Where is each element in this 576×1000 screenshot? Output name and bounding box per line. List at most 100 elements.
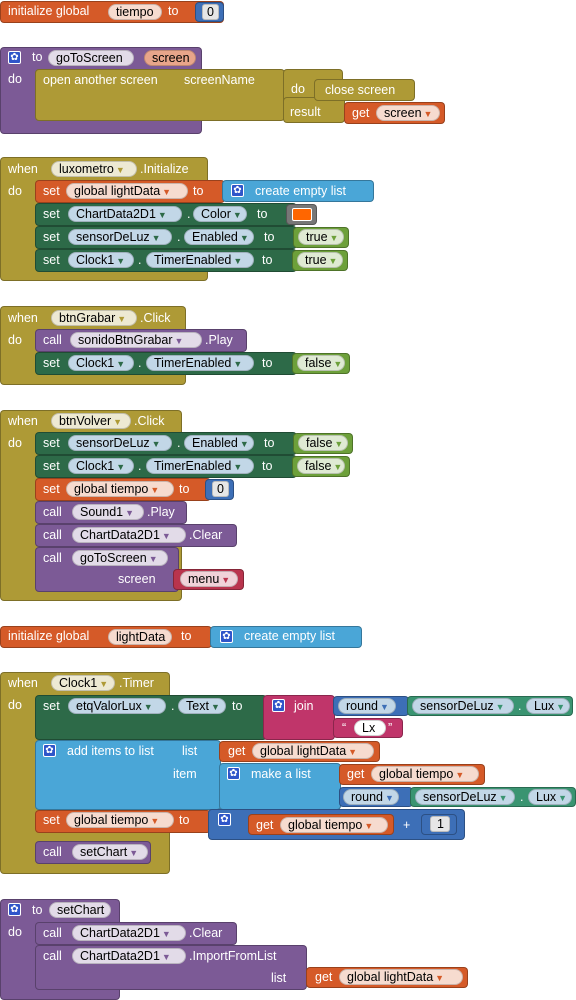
method-name: .ImportFromList bbox=[189, 949, 277, 963]
dropdown-triangle-icon: ▼ bbox=[162, 187, 172, 197]
number-field[interactable]: 0 bbox=[202, 4, 219, 20]
get-label: get bbox=[315, 970, 333, 984]
component-dropdown[interactable]: sonidoBtnGrabar ▼ bbox=[70, 332, 202, 348]
component-dropdown[interactable]: Clock1 ▼ bbox=[68, 355, 134, 371]
var-dropdown[interactable]: global lightData ▼ bbox=[66, 183, 188, 199]
dropdown-triangle-icon: ▼ bbox=[328, 256, 338, 266]
param-field[interactable]: screen bbox=[144, 50, 196, 66]
proc-dropdown[interactable]: goToScreen ▼ bbox=[72, 550, 168, 566]
color-swatch[interactable] bbox=[292, 208, 312, 221]
close-quote: ” bbox=[388, 721, 393, 735]
var-name-field[interactable]: lightData bbox=[108, 629, 172, 645]
var-dropdown[interactable]: global tiempo ▼ bbox=[371, 766, 479, 782]
property-dropdown[interactable]: TimerEnabled ▼ bbox=[146, 458, 254, 474]
gear-icon[interactable]: ✿ bbox=[8, 51, 21, 64]
get-var-dropdown[interactable]: screen ▼ bbox=[376, 105, 440, 121]
number-field[interactable]: 0 bbox=[212, 481, 229, 497]
component-dropdown[interactable]: Sound1 ▼ bbox=[72, 504, 144, 520]
proc-name-field[interactable]: setChart bbox=[49, 902, 111, 918]
dropdown-triangle-icon: ▼ bbox=[495, 702, 505, 712]
event-name: .Timer bbox=[119, 676, 154, 690]
property-dropdown[interactable]: Text ▼ bbox=[178, 698, 226, 714]
dropdown-triangle-icon: ▼ bbox=[129, 848, 139, 858]
gear-icon[interactable]: ✿ bbox=[227, 767, 240, 780]
var-name-field[interactable]: tiempo bbox=[108, 4, 162, 20]
dropdown-triangle-icon: ▼ bbox=[150, 485, 160, 495]
dropdown-triangle-icon: ▼ bbox=[161, 952, 171, 962]
var-dropdown[interactable]: global tiempo ▼ bbox=[66, 481, 174, 497]
var-dropdown[interactable]: global tiempo ▼ bbox=[280, 817, 388, 833]
proc-name-field[interactable]: goToScreen bbox=[48, 50, 134, 66]
gear-icon[interactable]: ✿ bbox=[43, 744, 56, 757]
component-dropdown[interactable]: sensorDeLuz ▼ bbox=[415, 789, 515, 805]
result-label: result bbox=[290, 105, 321, 119]
method-name: .Clear bbox=[189, 528, 223, 542]
proc-dropdown[interactable]: setChart ▼ bbox=[72, 844, 148, 860]
component-dropdown[interactable]: etqValorLux ▼ bbox=[68, 698, 166, 714]
do-label: do bbox=[8, 925, 22, 939]
property-dropdown[interactable]: Lux ▼ bbox=[526, 698, 570, 714]
do-label: do bbox=[8, 698, 22, 712]
property-dropdown[interactable]: Lux ▼ bbox=[528, 789, 572, 805]
call-label: call bbox=[43, 845, 62, 859]
property-dropdown[interactable]: TimerEnabled ▼ bbox=[146, 355, 254, 371]
property-dropdown[interactable]: Enabled ▼ bbox=[184, 229, 254, 245]
var-dropdown[interactable]: global tiempo ▼ bbox=[66, 812, 174, 828]
text-field[interactable]: Lx bbox=[354, 720, 386, 736]
component-dropdown[interactable]: Clock1 ▼ bbox=[51, 675, 115, 691]
dropdown-triangle-icon: ▼ bbox=[116, 462, 126, 472]
property-dropdown[interactable]: TimerEnabled ▼ bbox=[146, 252, 254, 268]
boolean-dropdown[interactable]: false ▼ bbox=[298, 435, 348, 451]
set-label: set bbox=[43, 813, 60, 827]
set-label: set bbox=[43, 436, 60, 450]
gear-icon[interactable]: ✿ bbox=[220, 630, 233, 643]
component-dropdown[interactable]: ChartData2D1 ▼ bbox=[72, 948, 186, 964]
component-dropdown[interactable]: sensorDeLuz ▼ bbox=[412, 698, 514, 714]
dropdown-triangle-icon: ▼ bbox=[239, 233, 249, 243]
component-dropdown[interactable]: Clock1 ▼ bbox=[68, 252, 134, 268]
dot-label: . bbox=[187, 207, 191, 221]
gear-icon[interactable]: ✿ bbox=[8, 903, 21, 916]
call-label: call bbox=[43, 949, 62, 963]
add-items-label: add items to list bbox=[67, 744, 154, 758]
component-dropdown[interactable]: ChartData2D1 ▼ bbox=[72, 527, 186, 543]
boolean-dropdown[interactable]: true ▼ bbox=[298, 229, 344, 245]
property-dropdown[interactable]: Enabled ▼ bbox=[184, 435, 254, 451]
dropdown-triangle-icon: ▼ bbox=[115, 165, 125, 175]
component-dropdown[interactable]: sensorDeLuz ▼ bbox=[68, 229, 172, 245]
dropdown-triangle-icon: ▼ bbox=[239, 439, 249, 449]
list-label: list bbox=[271, 971, 287, 985]
open-quote: “ bbox=[342, 721, 347, 735]
set-label: set bbox=[43, 482, 60, 496]
dropdown-triangle-icon: ▼ bbox=[113, 417, 123, 427]
component-dropdown[interactable]: btnVolver ▼ bbox=[51, 413, 131, 429]
component-dropdown[interactable]: ChartData2D1 ▼ bbox=[68, 206, 182, 222]
math-op-dropdown[interactable]: round ▼ bbox=[343, 789, 399, 805]
component-dropdown[interactable]: ChartData2D1 ▼ bbox=[72, 925, 186, 941]
component-dropdown[interactable]: btnGrabar ▼ bbox=[51, 310, 137, 326]
component-dropdown[interactable]: Clock1 ▼ bbox=[68, 458, 134, 474]
boolean-dropdown[interactable]: true ▼ bbox=[297, 252, 343, 268]
dropdown-triangle-icon: ▼ bbox=[210, 702, 220, 712]
do-label: do bbox=[8, 333, 22, 347]
property-dropdown[interactable]: Color ▼ bbox=[193, 206, 247, 222]
var-dropdown[interactable]: global lightData ▼ bbox=[339, 969, 463, 985]
text-dropdown[interactable]: menu ▼ bbox=[180, 571, 238, 587]
call-label: call bbox=[43, 551, 62, 565]
list-label: list bbox=[182, 744, 198, 758]
gear-icon[interactable]: ✿ bbox=[231, 184, 244, 197]
gear-icon[interactable]: ✿ bbox=[218, 813, 231, 826]
var-dropdown[interactable]: global lightData ▼ bbox=[252, 743, 374, 759]
number-field[interactable]: 1 bbox=[430, 816, 450, 832]
to-label: to bbox=[32, 903, 43, 917]
component-dropdown[interactable]: sensorDeLuz ▼ bbox=[68, 435, 172, 451]
to-label: to bbox=[257, 207, 268, 221]
boolean-dropdown[interactable]: false ▼ bbox=[297, 355, 345, 371]
create-empty-list-label: create empty list bbox=[255, 184, 347, 198]
method-name: .Clear bbox=[189, 926, 223, 940]
gear-icon[interactable]: ✿ bbox=[272, 699, 285, 712]
boolean-dropdown[interactable]: false ▼ bbox=[297, 458, 345, 474]
dot-label: . bbox=[518, 699, 522, 713]
math-op-dropdown[interactable]: round ▼ bbox=[338, 698, 396, 714]
component-dropdown[interactable]: luxometro ▼ bbox=[51, 161, 137, 177]
